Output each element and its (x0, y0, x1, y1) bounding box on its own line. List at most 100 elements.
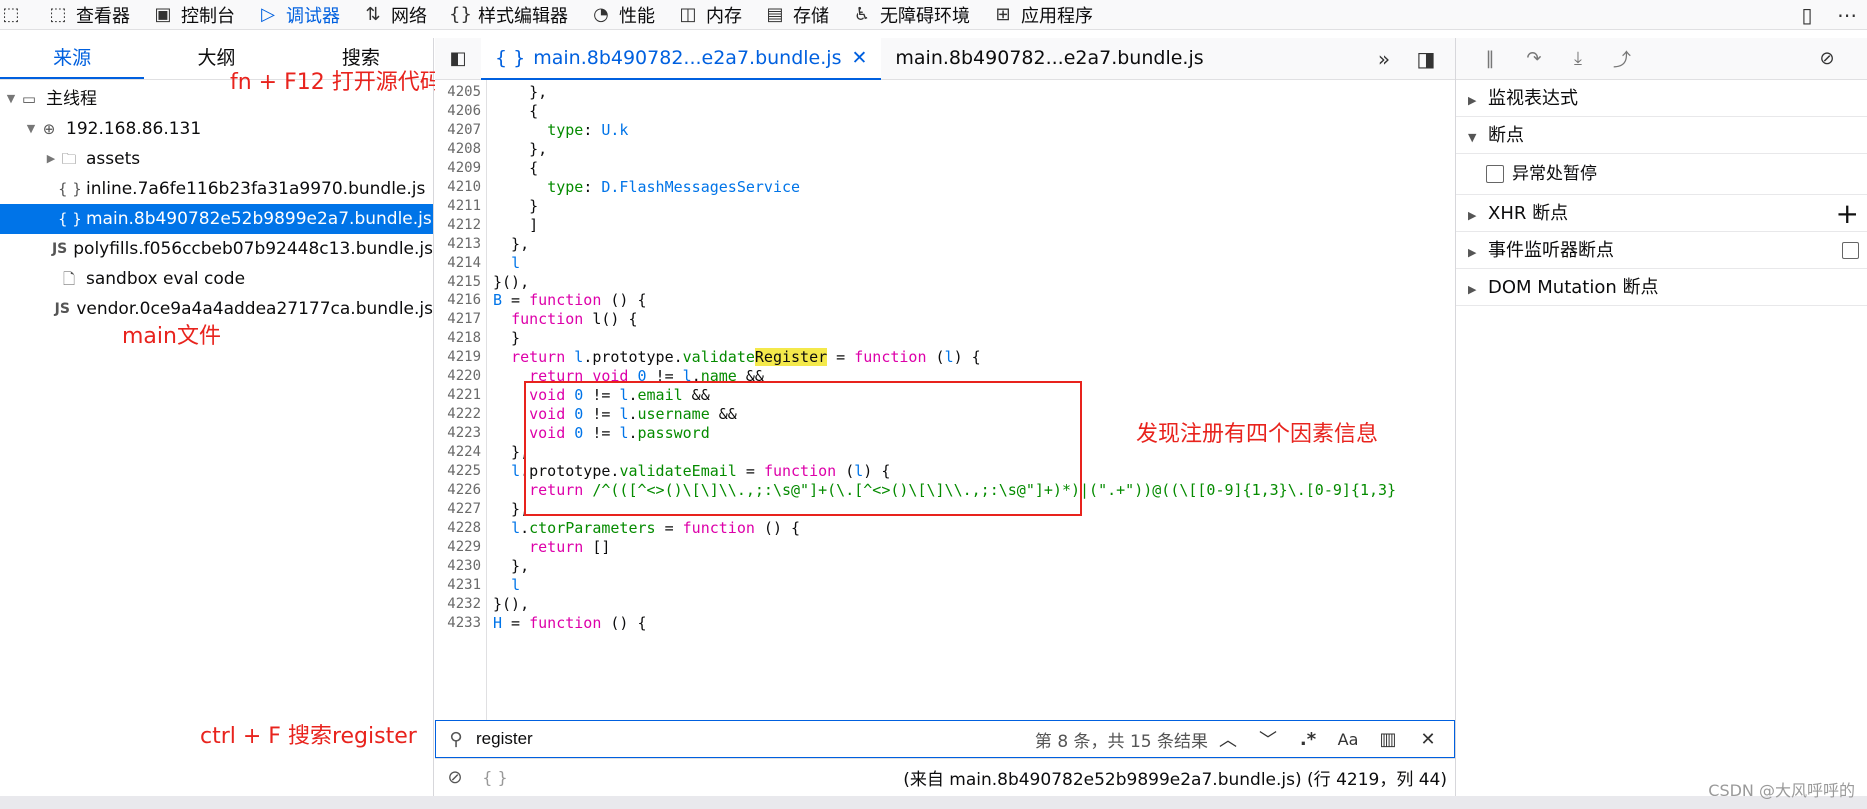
annotation-search-hint: ctrl + F 搜索register (200, 724, 417, 749)
whole-word-icon[interactable]: ▥ (1368, 729, 1408, 750)
toolbar-tab-label: 无障碍环境 (880, 5, 970, 27)
toolbar-tab-label: 样式编辑器 (478, 5, 568, 27)
tab-sources[interactable]: 来源 (0, 38, 145, 79)
more-tabs-icon[interactable]: » (1363, 47, 1405, 71)
disable-breakpoints-icon[interactable]: ⊘ (1805, 48, 1849, 69)
inspector-icon: ⬚ (49, 3, 67, 25)
devtools-toolbar: ⬚ ⬚ 查看器 ▣ 控制台 ▷ 调试器 ⇅ 网络 {} 样式编辑器 ◔ 性能 ◫ 内存 ▤ 存储 ♿ 无障碍环境 ⊞… (0, 0, 1867, 30)
section-xhr-breakpoints[interactable]: ▶ XHR 断点 + (1456, 195, 1867, 232)
step-in-icon[interactable]: ⤓ (1556, 48, 1600, 69)
line-number[interactable]: 4233 (435, 612, 481, 635)
chevron-right-icon[interactable]: ▶ (44, 144, 58, 174)
pick-element-button[interactable]: ⬚ (0, 0, 37, 30)
tree-item[interactable]: ▶ 🗀 assets (0, 144, 433, 174)
toolbar-tab-accessibility[interactable]: ♿ 无障碍环境 (841, 0, 982, 30)
console-icon: ▣ (154, 3, 172, 25)
toggle-sidebar-icon[interactable]: ◧ (435, 48, 481, 69)
toolbar-tab-performance[interactable]: ◔ 性能 (580, 0, 667, 30)
close-search-icon[interactable]: ✕ (1408, 729, 1448, 750)
toolbar-tab-debugger[interactable]: ▷ 调试器 (247, 0, 352, 30)
cursor-icon: ⬚ (2, 3, 20, 25)
search-bar: ⚲ 第 8 条，共 15 条结果 ︿ ﹀ .* Aa ▥ ✕ (435, 720, 1455, 758)
previous-result-icon[interactable]: ︿ (1208, 726, 1248, 752)
toolbar-tab-application[interactable]: ⊞ 应用程序 (982, 0, 1105, 30)
toolbar-tab-memory[interactable]: ◫ 内存 (667, 0, 754, 30)
debugger-controls: ‖ ↷ ⤓ ⤴ ⊘ (1456, 38, 1867, 80)
tree-item-label: inline.7a6fe116b23fa31a9970.bundle.js (86, 179, 426, 199)
tree-item[interactable]: JS polyfills.f056ccbeb07b92448c13.bundle.… (0, 234, 433, 264)
tree-item-label: polyfills.f056ccbeb07b92448c13.bundle.js (73, 239, 433, 259)
dock-icon[interactable]: ▯ (1787, 3, 1827, 27)
annotation-finding: 发现注册有四个因素信息 (1136, 422, 1379, 447)
tree-item-label: main.8b490782e52b9899e2a7.bundle.js (86, 209, 432, 229)
braces-icon: { } (58, 210, 82, 228)
toolbar-tab-network[interactable]: ⇅ 网络 (352, 0, 439, 30)
blackbox-icon[interactable]: ⊘ (435, 767, 475, 788)
toolbar-tab-storage[interactable]: ▤ 存储 (754, 0, 841, 30)
editor-tab-active[interactable]: { } main.8b490782...e2a7.bundle.js ✕ (481, 37, 882, 80)
folder-icon: 🗀 (61, 150, 77, 168)
tree-item-label: 192.168.86.131 (66, 119, 202, 139)
js-icon: JS (51, 241, 68, 257)
search-input[interactable] (476, 729, 976, 749)
code-line[interactable]: 4233 H = function () { (435, 612, 1455, 635)
highlight-box (524, 381, 1082, 516)
tree-item-label: 主线程 (46, 89, 97, 109)
debugger-sidebar: ‖ ↷ ⤓ ⤴ ⊘ ▶ 监视表达式 ▼ 断点 异常处暂停 ▶ XHR 断点 + ▶ 事件… (1455, 38, 1867, 796)
next-result-icon[interactable]: ﹀ (1248, 726, 1288, 752)
toolbar-tab-inspector[interactable]: ⬚ 查看器 (37, 0, 142, 30)
globe-icon: ⊕ (42, 120, 56, 138)
tree-item[interactable]: { } main.8b490782e52b9899e2a7.bundle.js (0, 204, 433, 234)
toolbar-tab-label: 网络 (391, 5, 427, 27)
search-result-count: 第 8 条，共 15 条结果 (1034, 731, 1208, 752)
editor-statusbar: ⊘ { } (来自 main.8b490782e52b9899e2a7.bund… (435, 758, 1455, 796)
add-icon[interactable]: + (1836, 195, 1859, 232)
tree-item-label: sandbox eval code (86, 269, 246, 289)
accessibility-icon: ♿ (853, 3, 871, 25)
chevron-down-icon[interactable]: ▼ (4, 84, 18, 114)
performance-icon: ◔ (593, 3, 609, 25)
editor-tabs: ◧ { } main.8b490782...e2a7.bundle.js ✕ mai… (435, 37, 1455, 80)
sources-panel: 来源 大纲 搜索 ▼ ▭ 主线程 ▼ ⊕ 192.168.86.131 ▶ 🗀 assets{ … (0, 38, 434, 796)
pause-on-exceptions-checkbox[interactable] (1486, 165, 1504, 183)
section-breakpoints[interactable]: ▼ 断点 (1456, 117, 1867, 154)
bottom-strip (0, 796, 1867, 809)
storage-icon: ▤ (766, 3, 784, 25)
window-icon: ▭ (21, 90, 37, 108)
chevron-down-icon[interactable]: ▼ (24, 114, 38, 144)
toolbar-right: ▯ ⋯ (1787, 0, 1867, 30)
regex-toggle-icon[interactable]: .* (1288, 729, 1328, 750)
step-over-icon[interactable]: ↷ (1512, 48, 1556, 69)
log-events-checkbox[interactable] (1842, 242, 1859, 259)
close-icon[interactable]: ✕ (851, 47, 867, 69)
toolbar-tab-style-editor[interactable]: {} 样式编辑器 (439, 0, 580, 30)
memory-icon: ◫ (679, 3, 697, 25)
annotation-open-source: fn + F12 打开源代码 (230, 70, 442, 95)
watermark: CSDN @大风呼呼的 (1708, 781, 1855, 800)
pause-on-exceptions-row[interactable]: 异常处暂停 (1456, 154, 1867, 195)
annotation-main-file: main文件 (122, 324, 221, 349)
tree-item-label: assets (86, 149, 141, 169)
step-out-icon[interactable]: ⤴ (1600, 46, 1644, 72)
pretty-print-icon[interactable]: { } (475, 768, 515, 787)
pause-icon[interactable]: ‖ (1468, 48, 1512, 69)
toolbar-tab-label: 应用程序 (1021, 5, 1093, 27)
toolbar-tab-label: 存储 (793, 5, 829, 27)
tree-item[interactable]: ▼ ⊕ 192.168.86.131 (0, 114, 433, 144)
debugger-icon: ▷ (261, 3, 275, 25)
toggle-secondary-panel-icon[interactable]: ◨ (1405, 47, 1447, 71)
braces-icon: { } (58, 180, 82, 198)
section-watch-expressions[interactable]: ▶ 监视表达式 (1456, 80, 1867, 117)
section-dom-mutation-breakpoints[interactable]: ▶ DOM Mutation 断点 (1456, 269, 1867, 306)
editor-tab-label: main.8b490782...e2a7.bundle.js (533, 46, 842, 69)
editor-tab[interactable]: main.8b490782...e2a7.bundle.js (881, 38, 1217, 80)
toolbar-tab-label: 调试器 (286, 5, 340, 27)
file-icon: 🗋 (62, 270, 76, 288)
tree-item[interactable]: { } inline.7a6fe116b23fa31a9970.bundle.js (0, 174, 433, 204)
cursor-position: (来自 main.8b490782e52b9899e2a7.bundle.js)… (903, 770, 1447, 790)
section-event-listener-breakpoints[interactable]: ▶ 事件监听器断点 (1456, 232, 1867, 269)
more-icon[interactable]: ⋯ (1827, 3, 1867, 27)
toolbar-tab-console[interactable]: ▣ 控制台 (142, 0, 247, 30)
match-case-icon[interactable]: Aa (1328, 730, 1368, 749)
tree-item[interactable]: 🗋 sandbox eval code (0, 264, 433, 294)
